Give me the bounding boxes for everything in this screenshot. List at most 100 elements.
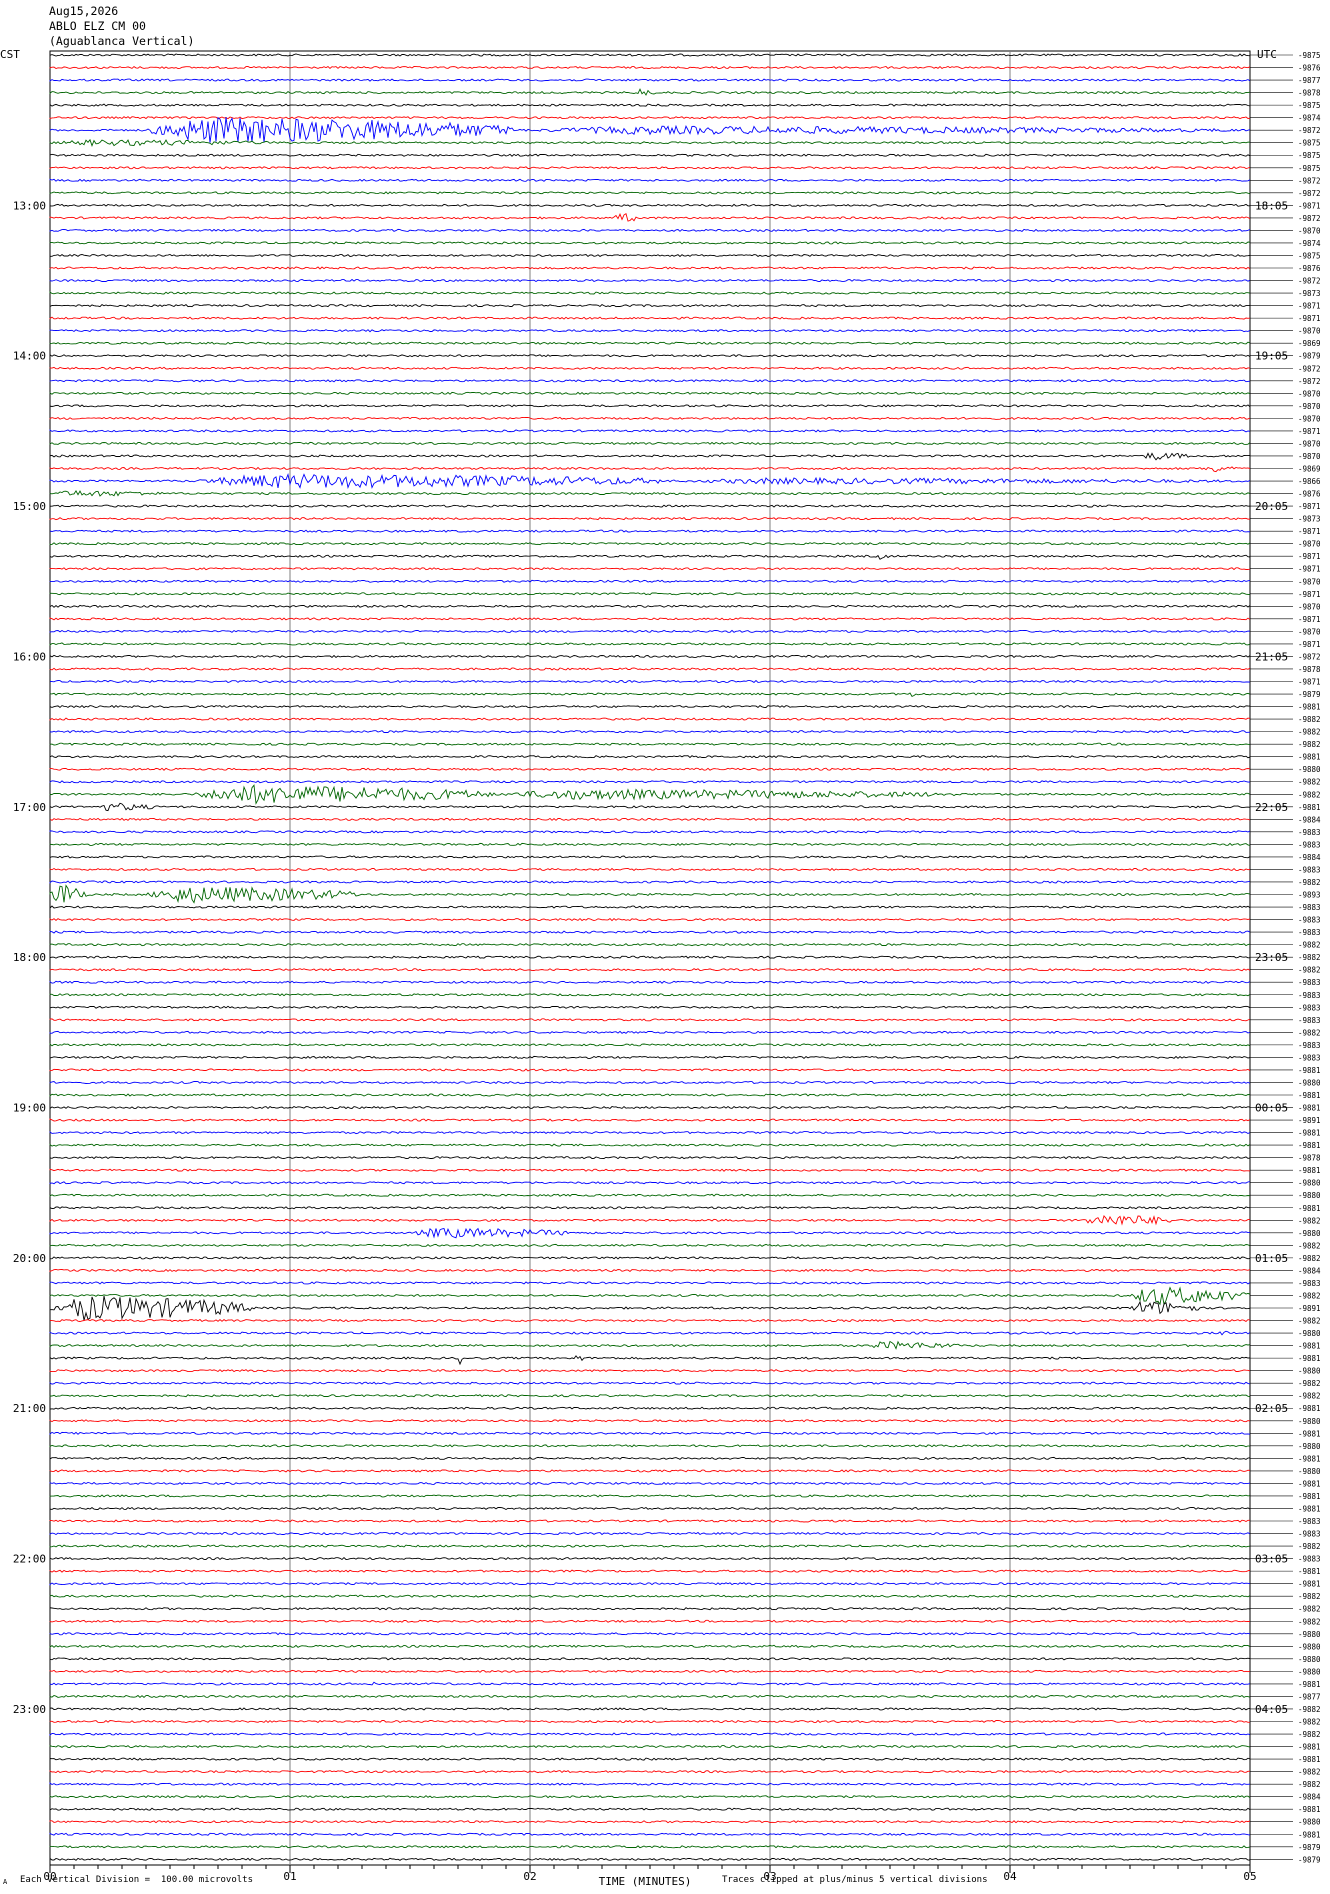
seismic-trace [49, 604, 1251, 608]
seismic-trace [49, 817, 1251, 821]
seismic-trace [49, 617, 1251, 621]
row-value-label: -9881 [1298, 1204, 1321, 1213]
row-value-label: -9883 [1298, 1041, 1321, 1050]
row-value-label: -9882 [1298, 778, 1321, 787]
seismic-trace [49, 379, 1251, 383]
row-value-label: -9881 [1298, 1354, 1321, 1363]
left-hour-label: 19:00 [13, 1102, 46, 1115]
seismic-trace [49, 1531, 1251, 1536]
seismic-trace [49, 802, 1251, 812]
row-value-label: -9881 [1298, 1104, 1321, 1113]
left-hour-label: 17:00 [13, 801, 46, 814]
row-value-label: -9880 [1298, 1417, 1321, 1426]
row-value-label: -9874 [1298, 239, 1321, 248]
left-hour-label: 15:00 [13, 500, 46, 513]
seismic-trace [49, 943, 1251, 947]
row-value-label: -9871 [1298, 552, 1321, 561]
seismic-trace [49, 1669, 1251, 1673]
seismic-trace [49, 1419, 1251, 1423]
seismic-trace [49, 1845, 1251, 1849]
row-value-label: -9879 [1298, 1855, 1321, 1864]
seismic-trace [49, 905, 1251, 910]
row-value-label: -9878 [1298, 1154, 1321, 1163]
seismic-trace [49, 784, 1251, 805]
seismic-trace [49, 1030, 1251, 1034]
row-value-label: -9883 [1298, 1555, 1321, 1564]
row-value-label: -9877 [1298, 1692, 1321, 1701]
right-axis-title: UTC [1257, 48, 1277, 61]
row-value-label: -9881 [1298, 1755, 1321, 1764]
row-value-label: -9883 [1298, 1530, 1321, 1539]
seismic-trace [49, 466, 1251, 473]
scale-marker: A [3, 1878, 8, 1886]
left-hour-label: 14:00 [13, 350, 46, 363]
seismic-trace [49, 1556, 1251, 1561]
x-tick-label: 02 [523, 1870, 536, 1883]
seismic-trace [49, 1093, 1251, 1097]
row-value-label: -9880 [1298, 1467, 1321, 1476]
row-value-label: -9872 [1298, 214, 1321, 223]
row-value-label: -9882 [1298, 1592, 1321, 1601]
seismic-trace [49, 667, 1251, 671]
row-value-label: -9870 [1298, 540, 1321, 549]
left-axis-title: CST [0, 48, 20, 61]
row-value-label: -9881 [1298, 1743, 1321, 1752]
row-value-label: -9875 [1298, 151, 1321, 160]
seismic-trace [49, 1256, 1251, 1260]
seismic-trace [49, 542, 1251, 546]
seismic-trace [49, 103, 1251, 107]
seismic-trace [49, 917, 1251, 922]
row-value-label: -9882 [1298, 1605, 1321, 1614]
x-tick-label: 05 [1243, 1870, 1256, 1883]
seismic-trace [49, 1594, 1251, 1598]
seismic-trace [49, 1214, 1251, 1226]
row-value-label: -9880 [1298, 1642, 1321, 1651]
seismic-trace [49, 1481, 1251, 1485]
seismic-trace [49, 692, 1251, 697]
row-value-label: -9871 [1298, 640, 1321, 649]
row-value-label: -9883 [1298, 916, 1321, 925]
row-value-label: -9882 [1298, 1768, 1321, 1777]
row-value-label: -9884 [1298, 853, 1321, 862]
seismic-trace [49, 116, 1251, 120]
row-value-label: -9883 [1298, 1053, 1321, 1062]
row-value-label: -9884 [1298, 1793, 1321, 1802]
row-value-label: -9884 [1298, 1266, 1321, 1275]
seismic-trace [49, 780, 1251, 784]
seismic-trace [49, 1769, 1251, 1774]
seismic-trace [49, 554, 1251, 560]
seismic-trace [49, 1156, 1251, 1160]
left-hour-label: 22:00 [13, 1553, 46, 1566]
seismic-trace [49, 1193, 1251, 1197]
right-hour-label: 04:05 [1255, 1703, 1288, 1716]
row-value-label: -9870 [1298, 439, 1321, 448]
seismic-trace [49, 138, 1251, 148]
row-value-label: -9881 [1298, 1567, 1321, 1576]
seismic-trace [49, 1795, 1251, 1799]
row-value-label: -9880 [1298, 1667, 1321, 1676]
row-value-label: -9883 [1298, 1003, 1321, 1012]
row-value-label: -9893 [1298, 891, 1321, 900]
seismic-trace [49, 1431, 1251, 1435]
right-hour-label: 03:05 [1255, 1553, 1288, 1566]
seismic-trace [49, 1243, 1251, 1247]
seismic-trace [49, 213, 1251, 222]
row-value-label: -9882 [1298, 1542, 1321, 1551]
row-value-label: -9881 [1298, 1141, 1321, 1150]
seismic-trace [49, 1807, 1251, 1811]
seismic-trace [49, 884, 1251, 904]
seismic-trace [49, 1857, 1251, 1861]
row-value-label: -9881 [1298, 703, 1321, 712]
row-value-label: -9881 [1298, 1429, 1321, 1438]
seismic-trace [49, 1732, 1251, 1736]
seismic-trace [49, 304, 1250, 308]
seismic-trace [49, 1582, 1251, 1586]
seismic-trace [49, 1295, 1251, 1321]
seismic-trace [49, 1456, 1251, 1460]
row-value-label: -9877 [1298, 76, 1321, 85]
seismic-trace [49, 504, 1251, 508]
seismic-trace [49, 1757, 1251, 1761]
row-value-label: -9881 [1298, 1580, 1321, 1589]
seismic-trace [49, 1544, 1251, 1548]
row-value-label: -9871 [1298, 678, 1321, 687]
